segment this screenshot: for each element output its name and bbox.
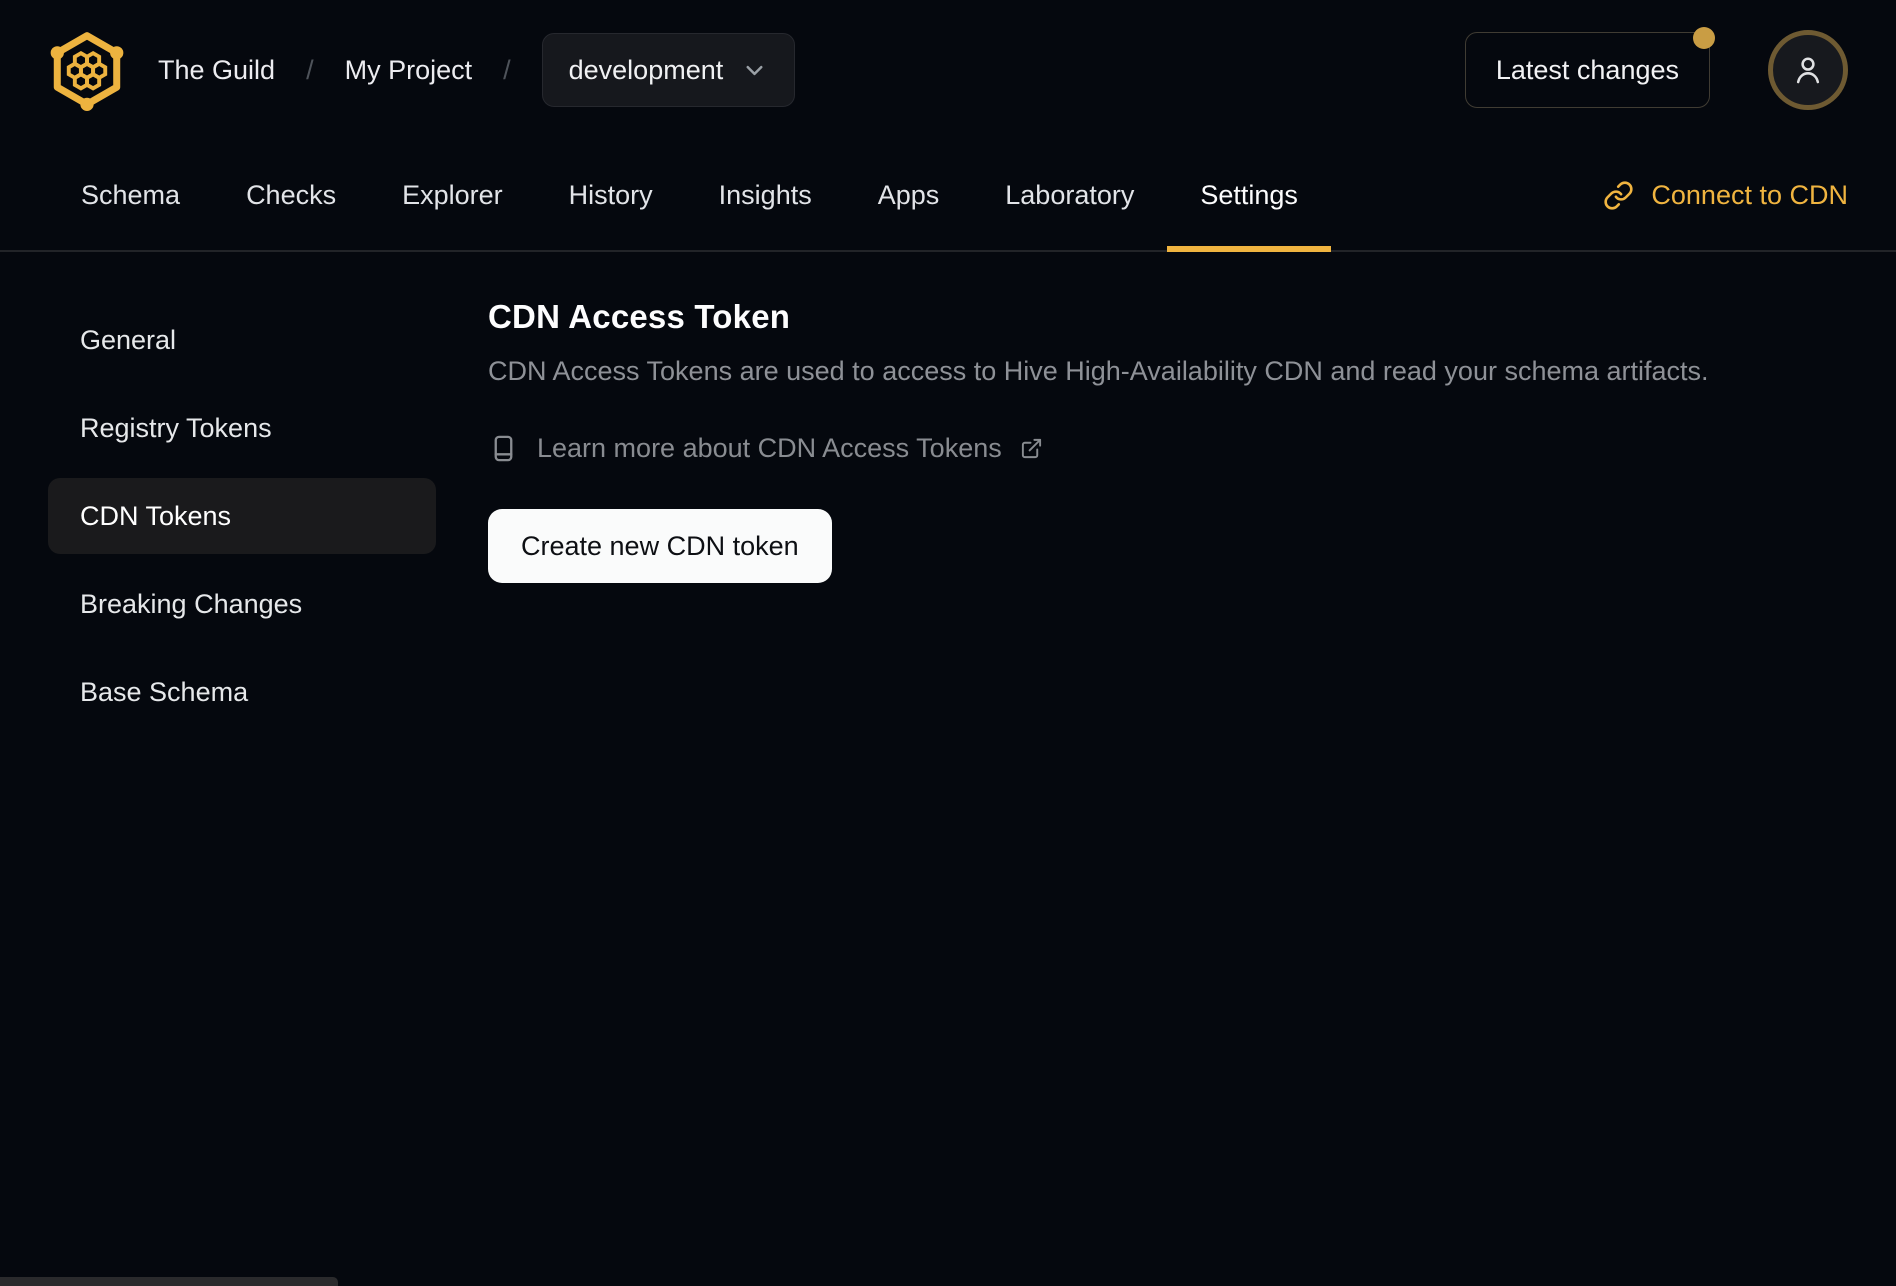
breadcrumb: The Guild / My Project / development	[158, 33, 796, 107]
create-cdn-token-button[interactable]: Create new CDN token	[488, 509, 832, 583]
horizontal-scrollbar-thumb[interactable]	[0, 1277, 338, 1286]
chevron-down-icon	[746, 65, 763, 75]
tab-checks[interactable]: Checks	[213, 140, 369, 250]
external-link-icon	[1021, 438, 1041, 459]
app-root: The Guild / My Project / development Lat…	[0, 0, 1896, 1286]
user-icon	[1796, 57, 1820, 84]
tab-laboratory[interactable]: Laboratory	[972, 140, 1167, 250]
sidebar-item-cdn-tokens[interactable]: CDN Tokens	[48, 478, 436, 554]
learn-more-label: Learn more about CDN Access Tokens	[537, 433, 1002, 463]
tab-settings[interactable]: Settings	[1167, 140, 1331, 252]
book-icon	[494, 435, 513, 462]
sidebar-item-registry-tokens[interactable]: Registry Tokens	[48, 390, 436, 466]
create-button-row: Create new CDN token	[488, 509, 1848, 583]
avatar[interactable]	[1768, 30, 1848, 110]
latest-changes-label: Latest changes	[1495, 54, 1679, 85]
breadcrumb-org[interactable]: The Guild	[158, 55, 275, 86]
tab-bar: Schema Checks Explorer History Insights …	[0, 140, 1896, 252]
tab-insights[interactable]: Insights	[686, 140, 845, 250]
breadcrumb-separator: /	[503, 54, 511, 85]
content-area: General Registry Tokens CDN Tokens Break…	[0, 252, 1896, 742]
main-content: CDN Access Token CDN Access Tokens are u…	[436, 252, 1848, 583]
settings-sidebar: General Registry Tokens CDN Tokens Break…	[48, 252, 436, 742]
target-selector[interactable]: development	[541, 33, 796, 107]
page-description: CDN Access Tokens are used to access to …	[488, 356, 1709, 386]
sidebar-item-breaking-changes[interactable]: Breaking Changes	[48, 566, 436, 642]
connect-to-cdn-label: Connect to CDN	[1651, 179, 1848, 210]
tab-history[interactable]: History	[536, 140, 686, 250]
breadcrumb-project[interactable]: My Project	[345, 55, 473, 86]
tab-apps[interactable]: Apps	[845, 140, 973, 250]
hive-honeycomb-logo-icon	[50, 32, 124, 111]
hive-logo[interactable]	[48, 28, 128, 112]
latest-changes-button[interactable]: Latest changes	[1464, 27, 1715, 108]
page-title: CDN Access Token	[488, 298, 791, 335]
sidebar-item-general[interactable]: General	[48, 302, 436, 378]
sidebar-item-base-schema[interactable]: Base Schema	[48, 654, 436, 730]
link-icon	[1604, 180, 1633, 210]
tab-explorer[interactable]: Explorer	[369, 140, 536, 250]
notification-dot	[1693, 27, 1715, 49]
header: The Guild / My Project / development Lat…	[0, 0, 1896, 140]
target-selector-value: development	[568, 54, 724, 85]
tab-schema[interactable]: Schema	[48, 140, 213, 250]
learn-more-link[interactable]: Learn more about CDN Access Tokens	[488, 433, 1043, 464]
connect-to-cdn-link[interactable]: Connect to CDN	[1603, 140, 1848, 250]
breadcrumb-separator: /	[306, 54, 314, 85]
